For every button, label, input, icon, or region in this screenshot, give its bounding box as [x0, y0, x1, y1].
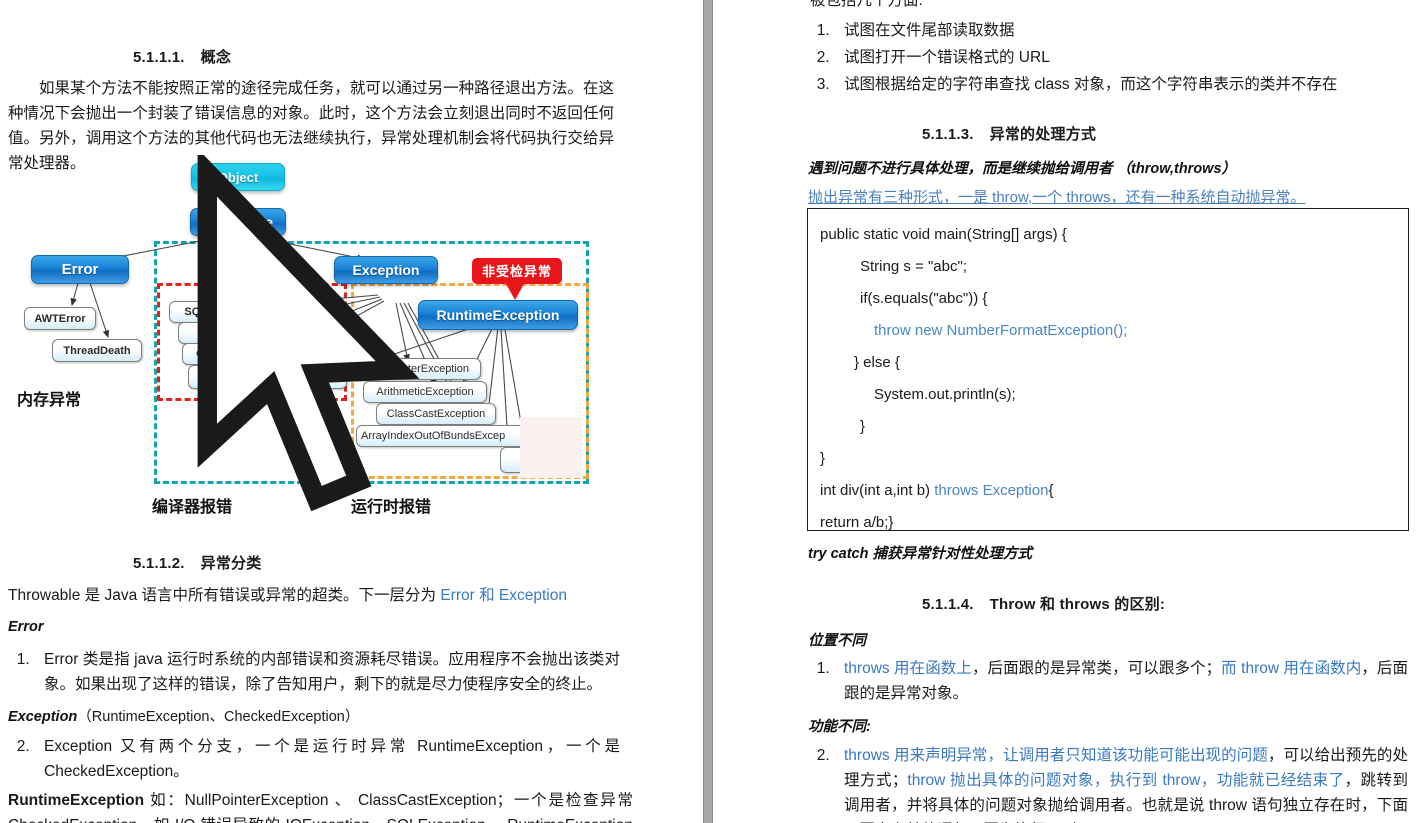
seg-blue: throws 用来声明异常，让调用者只知道该功能可能出现的问题 [844, 747, 1268, 764]
heading-number: 5.1.1.2. [133, 555, 185, 572]
code-line: } [860, 418, 866, 435]
code-line: public static void main(String[] args) { [820, 226, 1067, 243]
error-exception-link: Error 和 Exception [440, 587, 567, 604]
subheading-position-diff: 位置不同 [808, 633, 866, 649]
callout-checked-exception: 受检异常 [204, 255, 281, 297]
exception-parens: （RuntimeException、CheckedException） [77, 709, 360, 725]
heading-number: 5.1.1.1. [133, 49, 185, 66]
paragraph-throwable-superclass: Throwable 是 Java 语言中所有错误或异常的超类。下一层分为 Err… [8, 583, 628, 608]
heading-number: 5.1.1.3. [922, 126, 974, 143]
list-item: 试图打开一个错误格式的 URL [834, 45, 1400, 70]
callout-unchecked-exception: 非受检异常 [472, 258, 563, 300]
code-seg-throws: throws Exception [934, 482, 1049, 499]
left-page-column: 5.1.1.1. 概念 如果某个方法不能按照正常的途径完成任务，就可以通过另一种路… [0, 0, 703, 823]
node-throwable: Throwable [190, 208, 286, 236]
subheading-trycatch: try catch 捕获异常针对性处理方式 [808, 542, 1032, 563]
list-item: Error 类是指 java 运行时系统的内部错误和资源耗尽错误。应用程序不会抛… [34, 647, 620, 697]
code-seg-tail: { [1048, 482, 1054, 499]
code-line: String s = "abc"; [860, 258, 967, 275]
code-line: } [820, 450, 826, 467]
node-nullpointerexception: NullPointerException [355, 358, 481, 380]
seg-blue: throw 抛出具体的问题对象，执行到 throw，功能就已经结束了 [907, 772, 1345, 789]
note-three-forms: 抛出异常有三种形式，一是 throw,一个 throws，还有一种系统自动抛异常… [808, 189, 1306, 206]
heading-5-1-1-3: 5.1.1.3. 异常的处理方式 [922, 123, 1096, 144]
list-exception-description: Exception 又有两个分支，一个是运行时异常 RuntimeExcepti… [0, 732, 620, 786]
node-error: Error [31, 255, 129, 284]
node-ioexception: IOException [178, 322, 284, 344]
list-item: 试图根据给定的字符串查找 class 对象，而这个字符串表示的类并不存在 [834, 72, 1400, 97]
node-exception: Exception [334, 256, 438, 284]
heading-5-1-1-1: 5.1.1.1. 概念 [133, 46, 231, 67]
list-item: Exception 又有两个分支，一个是运行时异常 RuntimeExcepti… [34, 734, 620, 784]
trycatch-term: try catch [808, 546, 873, 562]
label-compiler-error: 编译器报错 [152, 499, 233, 516]
code-seg: int div(int a,int b) [820, 482, 935, 499]
heading-5-1-1-2: 5.1.1.2. 异常分类 [133, 552, 261, 573]
throwable-text: Throwable 是 Java 语言中所有错误或异常的超类。下一层分为 [8, 587, 441, 604]
seg-blue: 而 throw 用在函数内 [1221, 660, 1362, 677]
trycatch-desc: 捕获异常针对性处理方式 [872, 546, 1032, 562]
node-arrayindexoutofboundsexception: ArrayIndexOutOfBundsExcep [356, 425, 537, 447]
subheading-text: 遇到问题不进行具体处理，而是继续抛给调用者 [808, 161, 1117, 177]
code-line: return a/b;} [820, 514, 894, 531]
right-page-column: 被包括几个方面: 试图在文件尾部读取数据 试图打开一个错误格式的 URL 试图根… [714, 0, 1423, 823]
list-item: throws 用来声明异常，让调用者只知道该功能可能出现的问题，可以给出预先的处… [834, 743, 1408, 823]
page-scrollbar-divider[interactable] [703, 0, 713, 823]
subheading-throw-throws: 遇到问题不进行具体处理，而是继续抛给调用者 （throw,throws） [808, 157, 1236, 178]
heading-title: 异常分类 [200, 555, 262, 572]
node-object: Object [191, 163, 285, 191]
overlay-patch [520, 417, 582, 478]
runtimeexception-term: RuntimeException [8, 792, 145, 809]
node-sqlexception: SQLException [169, 301, 275, 323]
seg-black: ，后面跟的是异常类，可以跟多个； [971, 660, 1222, 677]
node-threaddeath: ThreadDeath [52, 339, 142, 362]
label-memory-exception: 内存异常 [17, 392, 82, 409]
heading-title: 概念 [200, 49, 232, 66]
document-page: 5.1.1.1. 概念 如果某个方法不能按照正常的途径完成任务，就可以通过另一种路… [0, 0, 1423, 823]
seg-blue: throws 用在函数上 [844, 660, 972, 677]
node-arithmeticexception: ArithmeticException [363, 381, 487, 403]
list-position-difference: throws 用在函数上，后面跟的是异常类，可以跟多个；而 throw 用在函数… [800, 654, 1408, 708]
label-runtime-error: 运行时报错 [351, 499, 432, 516]
heading-5-1-1-4: 5.1.1.4. Throw 和 throws 的区别: [922, 593, 1165, 614]
node-awterror: AWTError [24, 307, 96, 330]
list-exception-cases: 试图在文件尾部读取数据 试图打开一个错误格式的 URL 试图根据给定的字符串查找… [800, 16, 1400, 99]
paragraph-runtimeexception: RuntimeException 如：NullPointerException … [8, 788, 633, 823]
code-block-throw-example: public static void main(String[] args) {… [807, 208, 1409, 531]
code-line: } else { [854, 354, 900, 371]
list-error-description: Error 类是指 java 运行时系统的内部错误和资源耗尽错误。应用程序不会抛… [0, 645, 620, 699]
heading-title: Throw 和 throws 的区别: [989, 596, 1166, 613]
heading-number: 5.1.1.4. [922, 596, 974, 613]
label-exception: Exception（RuntimeException、CheckedExcept… [8, 705, 359, 730]
node-classnotfoundexception: ClassNotFoundException [182, 343, 344, 365]
subheading-function-diff: 功能不同: [808, 719, 871, 735]
exception-word: Exception [8, 709, 78, 725]
label-error: Error [8, 619, 44, 635]
list-item: 试图在文件尾部读取数据 [834, 18, 1400, 43]
code-line-throw: throw new NumberFormatException(); [874, 322, 1128, 339]
clipped-top-line: 被包括几个方面: [810, 0, 923, 9]
node-ellipsis: ... [188, 365, 347, 389]
code-line: if(s.equals("abc")) { [860, 290, 988, 307]
subheading-keywords: （throw,throws） [1116, 161, 1237, 177]
exception-hierarchy-diagram: Object Throwable Error Exception Runtime… [8, 155, 618, 525]
heading-title: 异常的处理方式 [989, 126, 1097, 143]
code-line: System.out.println(s); [874, 386, 1016, 403]
list-item: throws 用在函数上，后面跟的是异常类，可以跟多个；而 throw 用在函数… [834, 656, 1408, 706]
node-classcastexception: ClassCastException [376, 403, 496, 425]
code-line-div: int div(int a,int b) throws Exception{ [808, 475, 1408, 507]
list-function-difference: throws 用来声明异常，让调用者只知道该功能可能出现的问题，可以给出预先的处… [800, 741, 1408, 823]
node-runtimeexception: RuntimeException [418, 300, 578, 330]
